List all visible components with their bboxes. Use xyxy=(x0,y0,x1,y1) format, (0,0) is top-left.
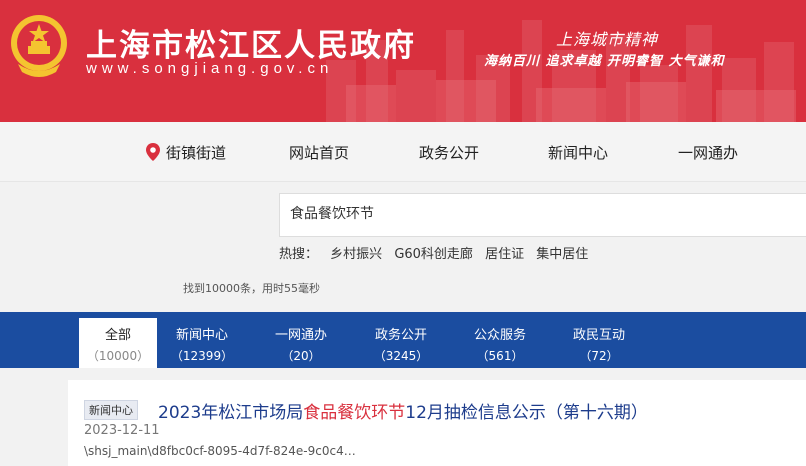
search-box xyxy=(279,193,806,237)
tab-label: 一网通办 xyxy=(274,328,327,343)
national-emblem-icon xyxy=(11,15,67,77)
location-pin-icon xyxy=(146,143,160,161)
result-date: 2023-12-11 xyxy=(84,423,160,438)
tab-label: 政务公开 xyxy=(374,328,427,343)
tab-label: 新闻中心 xyxy=(175,328,228,343)
tab-count: （72） xyxy=(579,349,619,363)
result-path: \shsj_main\d8fbc0cf-8095-4d7f-824e-9c0c4… xyxy=(84,444,356,458)
tab-one-stop[interactable]: 一网通办 （20） xyxy=(262,318,340,368)
tab-label: 政民互动 xyxy=(572,328,625,343)
nav-item-home[interactable]: 网站首页 xyxy=(289,142,349,163)
tab-all[interactable]: 全部 （10000） xyxy=(79,318,157,368)
result-title-highlight: 食品餐饮环节 xyxy=(303,403,406,423)
result-category-badge: 新闻中心 xyxy=(84,400,138,420)
tab-count: （561） xyxy=(476,349,524,363)
result-title-link[interactable]: 2023年松江市场局食品餐饮环节12月抽检信息公示（第十六期） xyxy=(158,398,648,423)
search-result-item: 新闻中心 2023年松江市场局食品餐饮环节12月抽检信息公示（第十六期） 202… xyxy=(68,380,806,466)
search-result-stats: 找到10000条，用时55毫秒 xyxy=(183,282,320,295)
tab-count: （10000） xyxy=(86,349,150,363)
site-title: 上海市松江区人民政府 xyxy=(86,28,416,64)
tab-count: （3245） xyxy=(373,349,429,363)
hot-search-label: 热搜： xyxy=(279,247,319,262)
category-tab-bar: 全部 （10000） 新闻中心 （12399） 一网通办 （20） 政务公开 （… xyxy=(0,312,806,368)
header-banner: 上海市松江区人民政府 www.songjiang.gov.cn 上海城市精神 海… xyxy=(0,0,806,122)
tab-public-service[interactable]: 公众服务 （561） xyxy=(461,318,539,368)
tab-count: （20） xyxy=(281,349,321,363)
city-spirit-title: 上海城市精神 xyxy=(556,30,659,49)
nav-item-news-center[interactable]: 新闻中心 xyxy=(548,142,608,163)
nav-item-label: 街镇街道 xyxy=(166,144,227,162)
search-input[interactable] xyxy=(290,205,790,221)
hot-link-centralized-housing[interactable]: 集中居住 xyxy=(536,247,588,262)
tab-count: （12399） xyxy=(170,349,234,363)
tab-label: 公众服务 xyxy=(473,328,526,343)
hot-link-g60-corridor[interactable]: G60科创走廊 xyxy=(394,247,473,262)
hot-link-residence-permit[interactable]: 居住证 xyxy=(485,247,524,262)
tab-news-center[interactable]: 新闻中心 （12399） xyxy=(163,318,241,368)
nav-item-towns[interactable]: 街镇街道 xyxy=(146,142,226,163)
main-nav: 街镇街道 网站首页 政务公开 新闻中心 一网通办 xyxy=(0,122,806,182)
nav-item-gov-affairs[interactable]: 政务公开 xyxy=(419,142,479,163)
hot-search-row: 热搜： 乡村振兴 G60科创走廊 居住证 集中居住 xyxy=(279,243,588,262)
nav-item-one-stop[interactable]: 一网通办 xyxy=(678,142,738,163)
tab-label: 全部 xyxy=(104,328,131,343)
tab-gov-affairs[interactable]: 政务公开 （3245） xyxy=(362,318,440,368)
site-url: www.songjiang.gov.cn xyxy=(86,60,334,77)
tab-interaction[interactable]: 政民互动 （72） xyxy=(560,318,638,368)
result-title-suffix: 12月抽检信息公示（第十六期） xyxy=(405,403,648,423)
hot-link-rural-revitalization[interactable]: 乡村振兴 xyxy=(330,247,382,262)
result-title-prefix: 2023年松江市场局 xyxy=(158,403,304,423)
city-spirit-slogan: 海纳百川 追求卓越 开明睿智 大气谦和 xyxy=(484,54,725,69)
